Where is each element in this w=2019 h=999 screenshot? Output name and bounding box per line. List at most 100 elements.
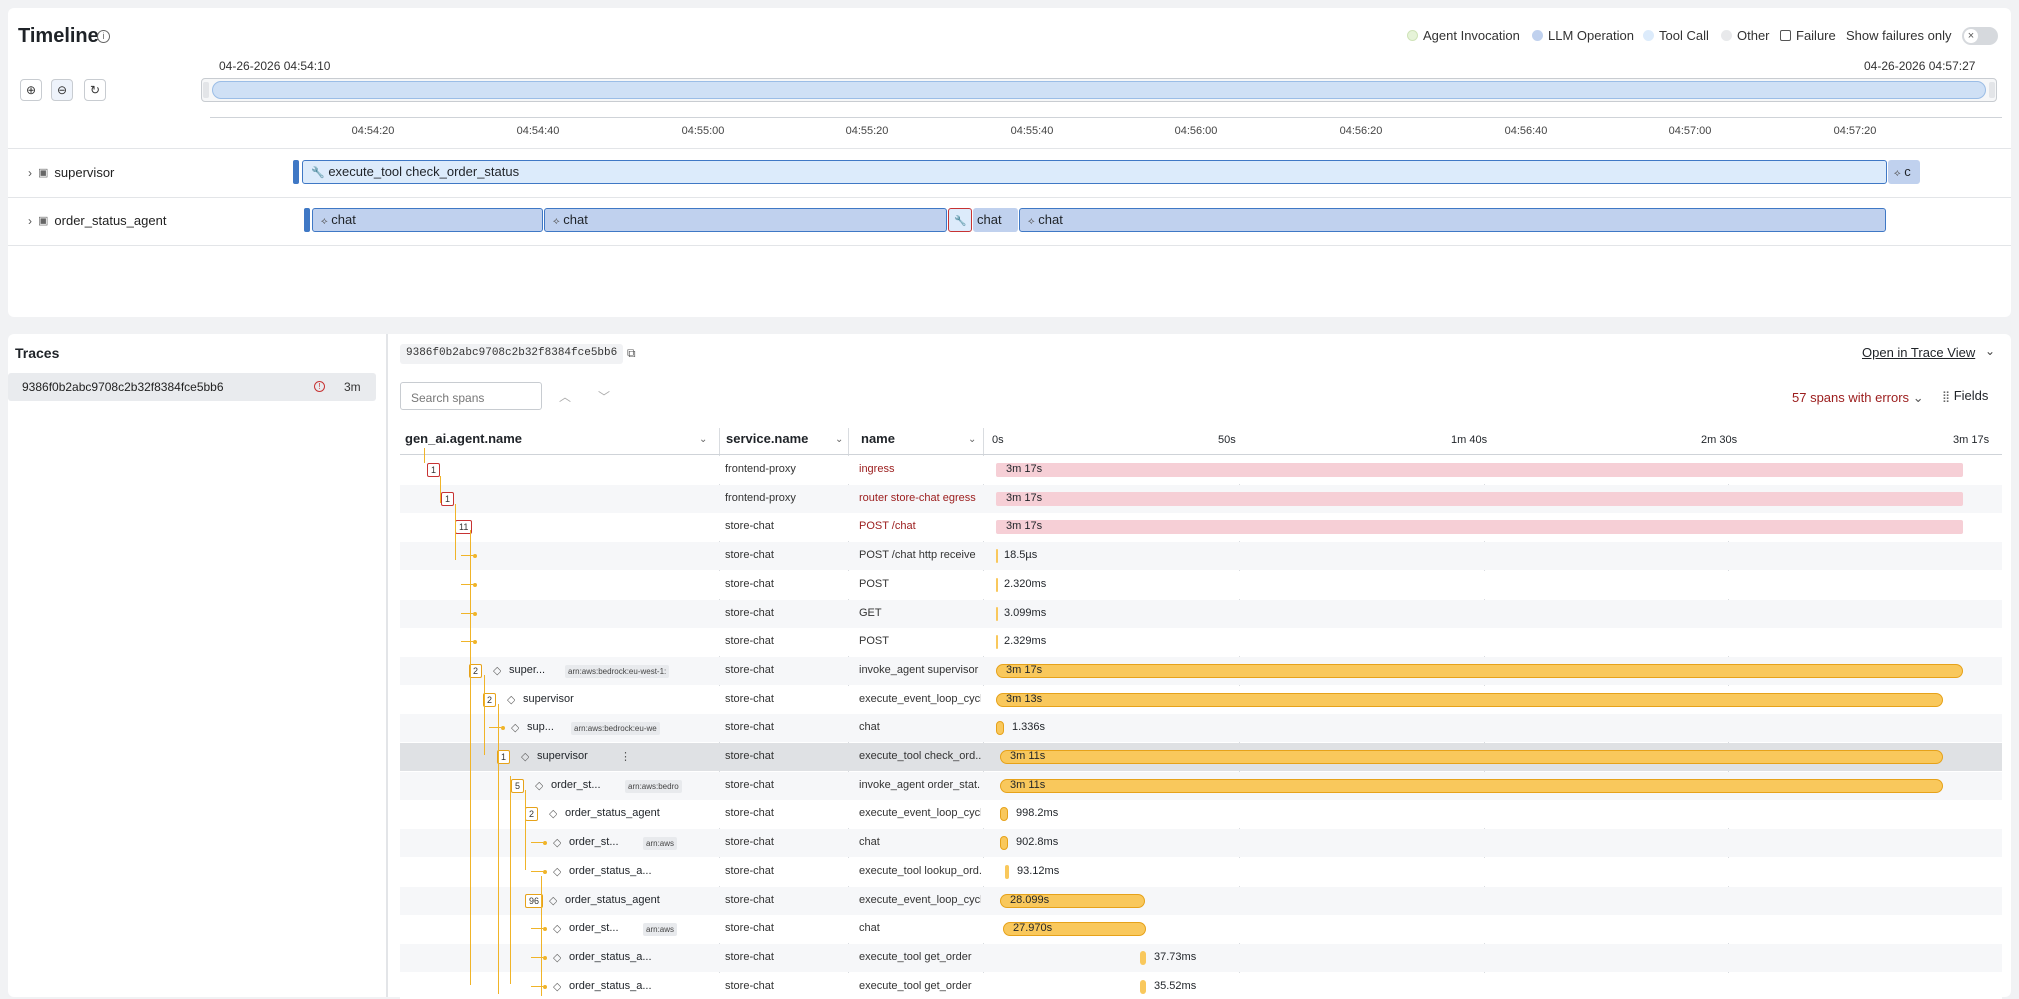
span-duration-bar[interactable] <box>996 520 1963 535</box>
time-range-selection[interactable] <box>212 81 1986 99</box>
zoom-out-button[interactable]: ⊖ <box>51 79 73 101</box>
timeline-row-supervisor[interactable]: › ▣ supervisor <box>28 165 114 180</box>
table-row[interactable]: ◇ sup... arn:aws:bedrock:eu-we store-chat ch… <box>400 714 2002 743</box>
service-name-cell: frontend-proxy <box>725 491 796 504</box>
info-icon[interactable]: i <box>97 30 110 43</box>
span-duration-bar[interactable] <box>996 491 1963 506</box>
table-row[interactable]: ◇ order_st... arn:aws store-chat chat 27.970s <box>400 915 2002 944</box>
wrench-icon: 🔧 <box>954 216 967 227</box>
span-duration-bar[interactable] <box>996 549 998 564</box>
panel-splitter[interactable] <box>386 334 388 997</box>
span-duration-bar[interactable] <box>996 463 1963 477</box>
table-row[interactable]: store-chat POST 2.329ms <box>400 628 2002 657</box>
child-count-badge[interactable]: 1 <box>441 491 455 506</box>
more-options-icon[interactable]: ⋮ <box>620 750 631 763</box>
table-row[interactable]: 1 ◇ supervisor ⋮ store-chat execute_tool chec… <box>400 743 2002 771</box>
span-duration-bar[interactable] <box>1000 750 1943 764</box>
table-row[interactable]: 11 store-chat POST /chat 3m 17s <box>400 513 2002 542</box>
supervisor-tool-segment[interactable]: 🔧 execute_tool check_order_status <box>302 160 1887 184</box>
chat-segment[interactable]: ⟡ chat <box>1019 208 1886 232</box>
column-header-agent-name[interactable]: gen_ai.agent.name <box>405 431 522 446</box>
child-count-badge[interactable]: 1 <box>427 463 441 477</box>
child-count-badge[interactable]: 5 <box>511 778 525 793</box>
table-row[interactable]: ◇ order_status_a... store-chat execute_tool… <box>400 943 2002 972</box>
span-duration-bar[interactable] <box>996 663 1963 678</box>
range-handle-left[interactable] <box>203 82 209 98</box>
chevron-up-icon[interactable]: ︿ <box>559 388 571 405</box>
header-divider <box>400 454 2002 455</box>
failed-tool-segment[interactable]: 🔧 <box>948 208 972 232</box>
show-failures-toggle[interactable]: × <box>1962 27 1998 45</box>
errors-filter[interactable]: 57 spans with errors ⌄ <box>1792 390 1924 406</box>
span-kind-icon: ◇ <box>511 722 520 735</box>
fields-button[interactable]: ⣿ Fields <box>1942 388 1988 403</box>
span-name-cell: invoke_agent order_stat... <box>859 778 981 791</box>
tree-connector <box>531 842 543 844</box>
table-row[interactable]: 5 ◇ order_st... arn:aws:bedro store-chat invo… <box>400 771 2002 800</box>
legend-llm-operation: LLM Operation <box>1532 28 1634 43</box>
span-duration-bar[interactable] <box>1000 778 1943 793</box>
column-header-name[interactable]: name <box>861 431 895 446</box>
span-duration-bar[interactable] <box>1140 979 1146 994</box>
chevron-right-icon[interactable]: › <box>28 214 32 228</box>
copy-icon[interactable]: ⧉ <box>627 346 636 361</box>
chevron-down-icon[interactable]: ⌄ <box>968 434 976 445</box>
chevron-down-icon[interactable]: ⌄ <box>835 434 843 445</box>
table-row[interactable]: store-chat POST 2.320ms <box>400 570 2002 599</box>
failure-checkbox[interactable] <box>1780 30 1791 41</box>
column-header-service-name[interactable]: service.name <box>726 431 808 446</box>
span-duration-bar[interactable] <box>1000 807 1008 822</box>
child-count-badge[interactable]: 2 <box>525 807 539 822</box>
supervisor-invocation-marker[interactable] <box>293 160 299 184</box>
timeline-row-order-status-agent[interactable]: › ▣ order_status_agent <box>28 213 166 228</box>
span-duration-bar[interactable] <box>996 577 998 592</box>
supervisor-llm-segment[interactable]: ⟡ c <box>1888 160 1920 184</box>
tree-connector <box>489 727 501 729</box>
table-row[interactable]: 96 ◇ order_status_agent store-chat execute_e… <box>400 886 2002 915</box>
chevron-right-icon[interactable]: › <box>28 166 32 180</box>
trace-list-item[interactable]: 9386f0b2abc9708c2b32f8384fce5bb6 ! 3m <box>8 373 376 401</box>
tick-label: 04:56:40 <box>1504 125 1548 137</box>
span-duration-bar[interactable] <box>996 635 998 650</box>
table-row[interactable]: store-chat POST /chat http receive 18.5µs <box>400 542 2002 571</box>
order-agent-invocation-marker[interactable] <box>304 208 310 232</box>
service-name-cell: store-chat <box>725 836 774 849</box>
span-duration-bar[interactable] <box>1000 836 1008 851</box>
table-row[interactable]: ◇ order_status_a... store-chat execute_tool… <box>400 972 2002 999</box>
legend-failure[interactable]: Failure <box>1780 28 1836 43</box>
span-kind-icon: ◇ <box>553 923 562 936</box>
agent-name: order_status_agent <box>565 807 660 820</box>
span-duration-bar[interactable] <box>1005 864 1009 879</box>
chat-segment[interactable]: chat <box>973 208 1018 232</box>
span-duration-bar[interactable] <box>996 692 1943 707</box>
chat-segment[interactable]: ⟡ chat <box>312 208 543 232</box>
range-handle-right[interactable] <box>1989 82 1995 98</box>
chat-segment[interactable]: ⟡ chat <box>544 208 947 232</box>
table-row[interactable]: 2 ◇ super... arn:aws:bedrock:eu-west-1: stor… <box>400 656 2002 685</box>
table-row[interactable]: 1 frontend-proxy router store-chat egress 3… <box>400 484 2002 513</box>
span-name-cell: GET <box>859 606 882 619</box>
chevron-down-icon[interactable]: ⌄ <box>1985 344 1995 358</box>
agent-name: super... <box>509 663 546 676</box>
search-spans-input[interactable]: Search spans <box>400 382 542 410</box>
tick-label: 04:57:00 <box>1668 125 1712 137</box>
span-duration-bar[interactable] <box>996 721 1004 736</box>
time-tick: 3m 17s <box>1953 434 1990 446</box>
open-in-trace-view-link[interactable]: Open in Trace View <box>1862 345 1975 360</box>
table-row[interactable]: 2 ◇ supervisor store-chat execute_event_loop… <box>400 685 2002 714</box>
table-row[interactable]: 2 ◇ order_status_agent store-chat execute_ev… <box>400 800 2002 829</box>
llm-operation-swatch <box>1532 30 1543 41</box>
legend-other: Other <box>1721 28 1770 43</box>
table-row[interactable]: store-chat GET 3.099ms <box>400 599 2002 628</box>
span-duration-bar[interactable] <box>996 606 998 621</box>
chevron-down-icon[interactable]: ﹀ <box>598 388 610 405</box>
zoom-in-button[interactable]: ⊕ <box>20 79 42 101</box>
span-duration-bar[interactable] <box>1140 950 1146 965</box>
agent-arn-tag: arn:aws:bedrock:eu-west-1: <box>565 664 670 678</box>
table-row[interactable]: ◇ order_st... arn:aws store-chat chat 902.8ms <box>400 829 2002 858</box>
chevron-down-icon[interactable]: ⌄ <box>699 434 707 445</box>
service-name-cell: store-chat <box>725 807 774 820</box>
reset-zoom-button[interactable]: ↻ <box>84 79 106 101</box>
table-row[interactable]: ◇ order_status_a... store-chat execute_tool… <box>400 857 2002 886</box>
table-row[interactable]: 1 frontend-proxy ingress 3m 17s <box>400 456 2002 484</box>
